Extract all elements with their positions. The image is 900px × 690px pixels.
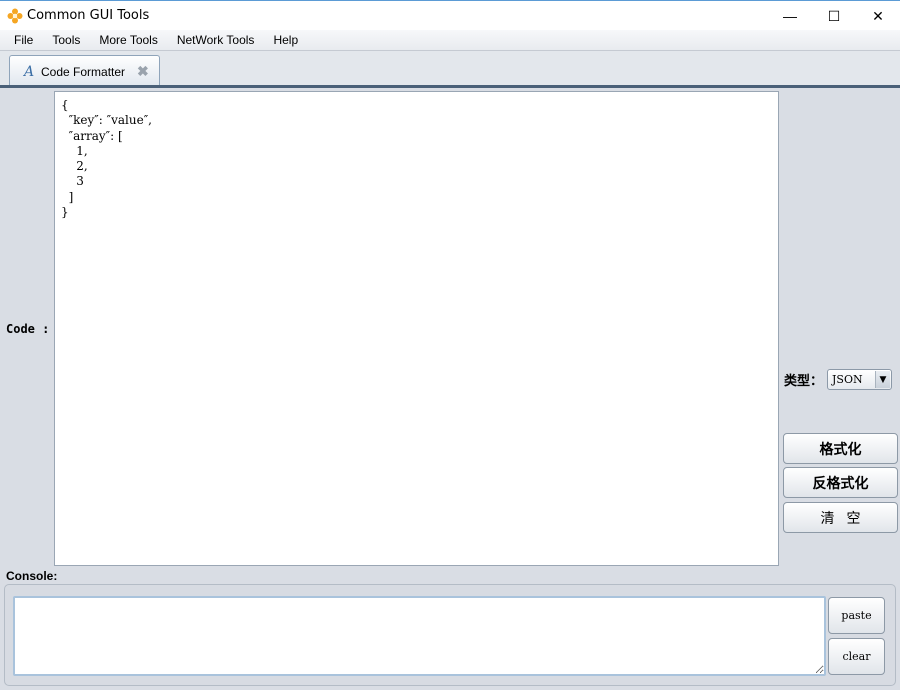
type-select-value: JSON <box>832 373 863 386</box>
type-label: 类型： <box>784 374 824 389</box>
console-label: Console: <box>6 569 58 583</box>
close-window-button[interactable]: ✕ <box>856 1 900 31</box>
unformat-button[interactable]: 反格式化 <box>783 467 898 498</box>
title-bar: Common GUI Tools — ☐ ✕ <box>0 0 900 30</box>
minimize-button[interactable]: — <box>768 1 812 31</box>
menu-bar: File Tools More Tools NetWork Tools Help <box>0 30 900 51</box>
tab-close-icon[interactable]: ✖ <box>137 63 149 80</box>
menu-help[interactable]: Help <box>263 30 307 51</box>
window-controls: — ☐ ✕ <box>768 1 900 31</box>
tab-strip: A Code Formatter ✖ <box>0 51 900 87</box>
type-select[interactable]: JSON ▼ <box>827 369 893 390</box>
menu-more-tools[interactable]: More Tools <box>89 30 166 51</box>
tab-label: Code Formatter <box>41 64 126 79</box>
code-label: Code : <box>6 322 50 336</box>
format-button[interactable]: 格式化 <box>783 433 898 464</box>
app-flower-icon <box>7 8 23 23</box>
paste-button[interactable]: paste <box>828 597 885 634</box>
clear-console-button[interactable]: clear <box>828 638 885 675</box>
window-title: Common GUI Tools <box>27 8 150 23</box>
maximize-button[interactable]: ☐ <box>812 1 856 31</box>
menu-network-tools[interactable]: NetWork Tools <box>167 30 264 51</box>
code-editor[interactable]: { ″key″: ″value″, ″array″: [ 1, 2, 3 ] } <box>54 91 779 566</box>
console-output[interactable] <box>13 596 826 676</box>
clear-code-button[interactable]: 清空 <box>783 502 898 533</box>
tab-code-formatter[interactable]: A Code Formatter ✖ <box>9 55 160 87</box>
type-selector-row: 类型： JSON ▼ <box>784 369 893 390</box>
dropdown-arrow-icon[interactable]: ▼ <box>875 371 891 388</box>
code-formatter-icon: A <box>24 63 35 80</box>
menu-file[interactable]: File <box>0 30 42 51</box>
tab-divider <box>0 85 900 88</box>
menu-tools[interactable]: Tools <box>42 30 89 51</box>
